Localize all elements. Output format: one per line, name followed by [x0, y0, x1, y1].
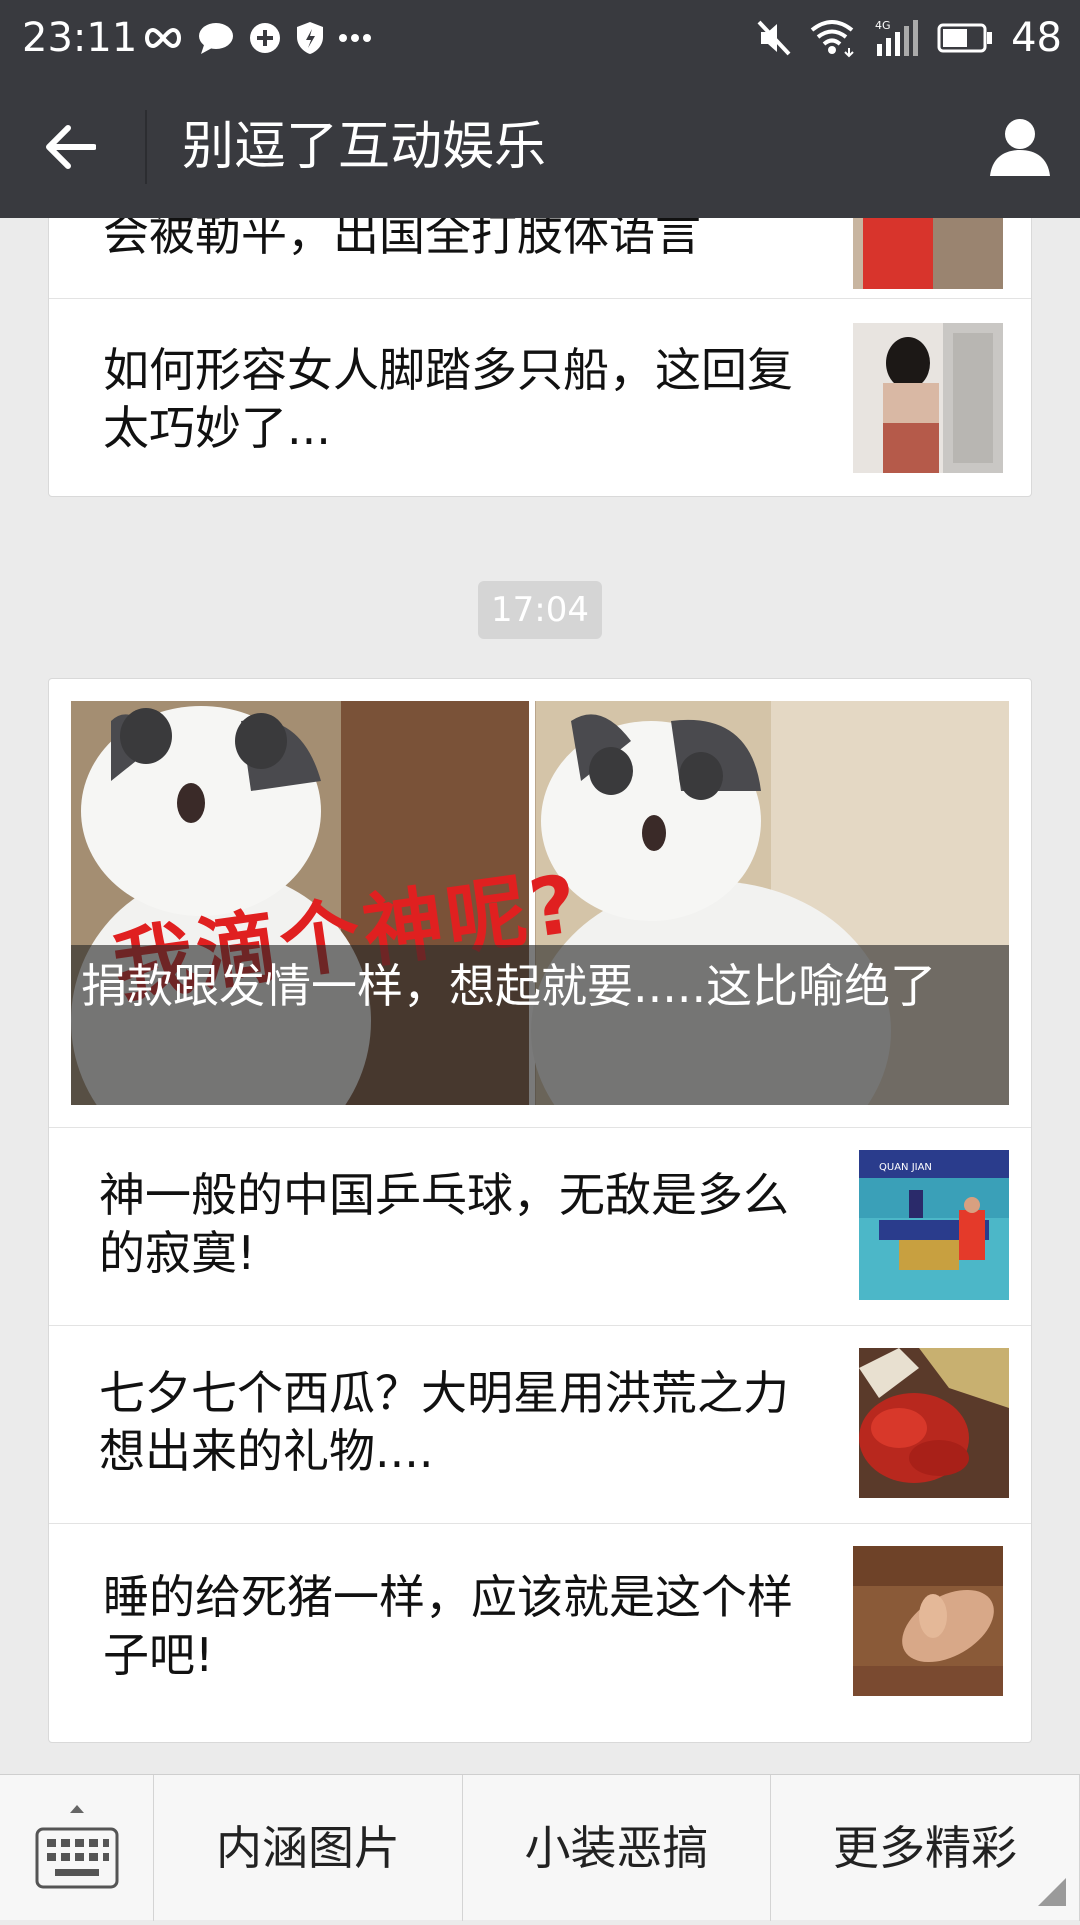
infinity-icon [145, 27, 181, 49]
status-left-icons [142, 16, 372, 60]
status-bar: 23:11 4G 48 [0, 0, 1080, 76]
svg-text:QUAN JIAN: QUAN JIAN [879, 1162, 932, 1173]
wifi-icon [810, 20, 854, 58]
profile-button[interactable] [980, 106, 1060, 186]
article-card: 我滴个神呢? 捐款跟发情一样，想起就要.....这比喻绝了 神一般的中国乒乓球，… [48, 678, 1032, 1743]
keyboard-icon [35, 1805, 119, 1889]
article-title: 会被勒平，出国全打肢体语言 [103, 218, 701, 261]
article-row[interactable]: 如何形容女人脚踏多只船，这回复太巧妙了... [49, 299, 1031, 497]
article-title: 睡的给死猪一样，应该就是这个样子吧! [103, 1570, 793, 1682]
article-thumbnail [853, 218, 1003, 289]
article-row[interactable]: 睡的给死猪一样，应该就是这个样子吧! [49, 1524, 1031, 1742]
article-thumbnail [853, 323, 1003, 473]
profile-icon [990, 119, 1050, 176]
article-row[interactable]: 神一般的中国乒乓球，无敌是多么的寂寞! QUAN JIAN [49, 1128, 1031, 1326]
hero-article[interactable]: 我滴个神呢? 捐款跟发情一样，想起就要.....这比喻绝了 [71, 701, 1009, 1105]
menu-item-neihan-pictures[interactable]: 内涵图片 [154, 1775, 463, 1921]
bottom-menu: 内涵图片 小装恶搞 更多精彩 [0, 1774, 1080, 1921]
article-card: 会被勒平，出国全打肢体语言 如何形容女人脚踏多只船，这回复太巧妙了... [48, 218, 1032, 497]
svg-text:4G: 4G [875, 19, 891, 32]
battery-level: 48 [1011, 15, 1062, 61]
article-thumbnail [859, 1348, 1009, 1498]
article-thumbnail [853, 1546, 1003, 1696]
article-title: 七夕七个西瓜？大明星用洪荒之力想出来的礼物.... [99, 1366, 789, 1478]
article-title: 神一般的中国乒乓球，无敌是多么的寂寞! [99, 1168, 789, 1280]
hero-caption: 捐款跟发情一样，想起就要.....这比喻绝了 [71, 945, 1009, 1105]
shield-icon [297, 22, 323, 54]
back-arrow-icon [46, 125, 96, 169]
article-title: 如何形容女人脚踏多只船，这回复太巧妙了... [103, 343, 793, 455]
article-row[interactable]: 七夕七个西瓜？大明星用洪荒之力想出来的礼物.... [49, 1326, 1031, 1524]
keyboard-toggle-button[interactable] [0, 1775, 154, 1921]
back-button[interactable] [30, 111, 110, 183]
mute-icon [757, 20, 791, 56]
menu-item-more[interactable]: 更多精彩 [771, 1775, 1080, 1921]
battery-icon [937, 23, 993, 53]
chat-bubble-icon [199, 23, 233, 54]
signal-icon: 4G [875, 19, 919, 56]
submenu-corner-icon [1038, 1878, 1066, 1906]
header-bar: 别逗了互动娱乐 [0, 76, 1080, 218]
header-divider [145, 110, 147, 184]
status-time: 23:11 [22, 15, 138, 61]
article-row[interactable]: 会被勒平，出国全打肢体语言 [49, 218, 1031, 299]
more-dots-icon [339, 34, 371, 42]
sync-icon [250, 23, 280, 53]
timestamp-badge: 17:04 [478, 581, 602, 639]
page-title: 别逗了互动娱乐 [182, 117, 547, 177]
article-thumbnail: QUAN JIAN [859, 1150, 1009, 1300]
menu-item-spoof[interactable]: 小装恶搞 [463, 1775, 771, 1921]
message-list[interactable]: 会被勒平，出国全打肢体语言 如何形容女人脚踏多只船，这回复太巧妙了... 17:… [0, 218, 1080, 1774]
status-right-icons: 4G 48 [757, 14, 1062, 62]
